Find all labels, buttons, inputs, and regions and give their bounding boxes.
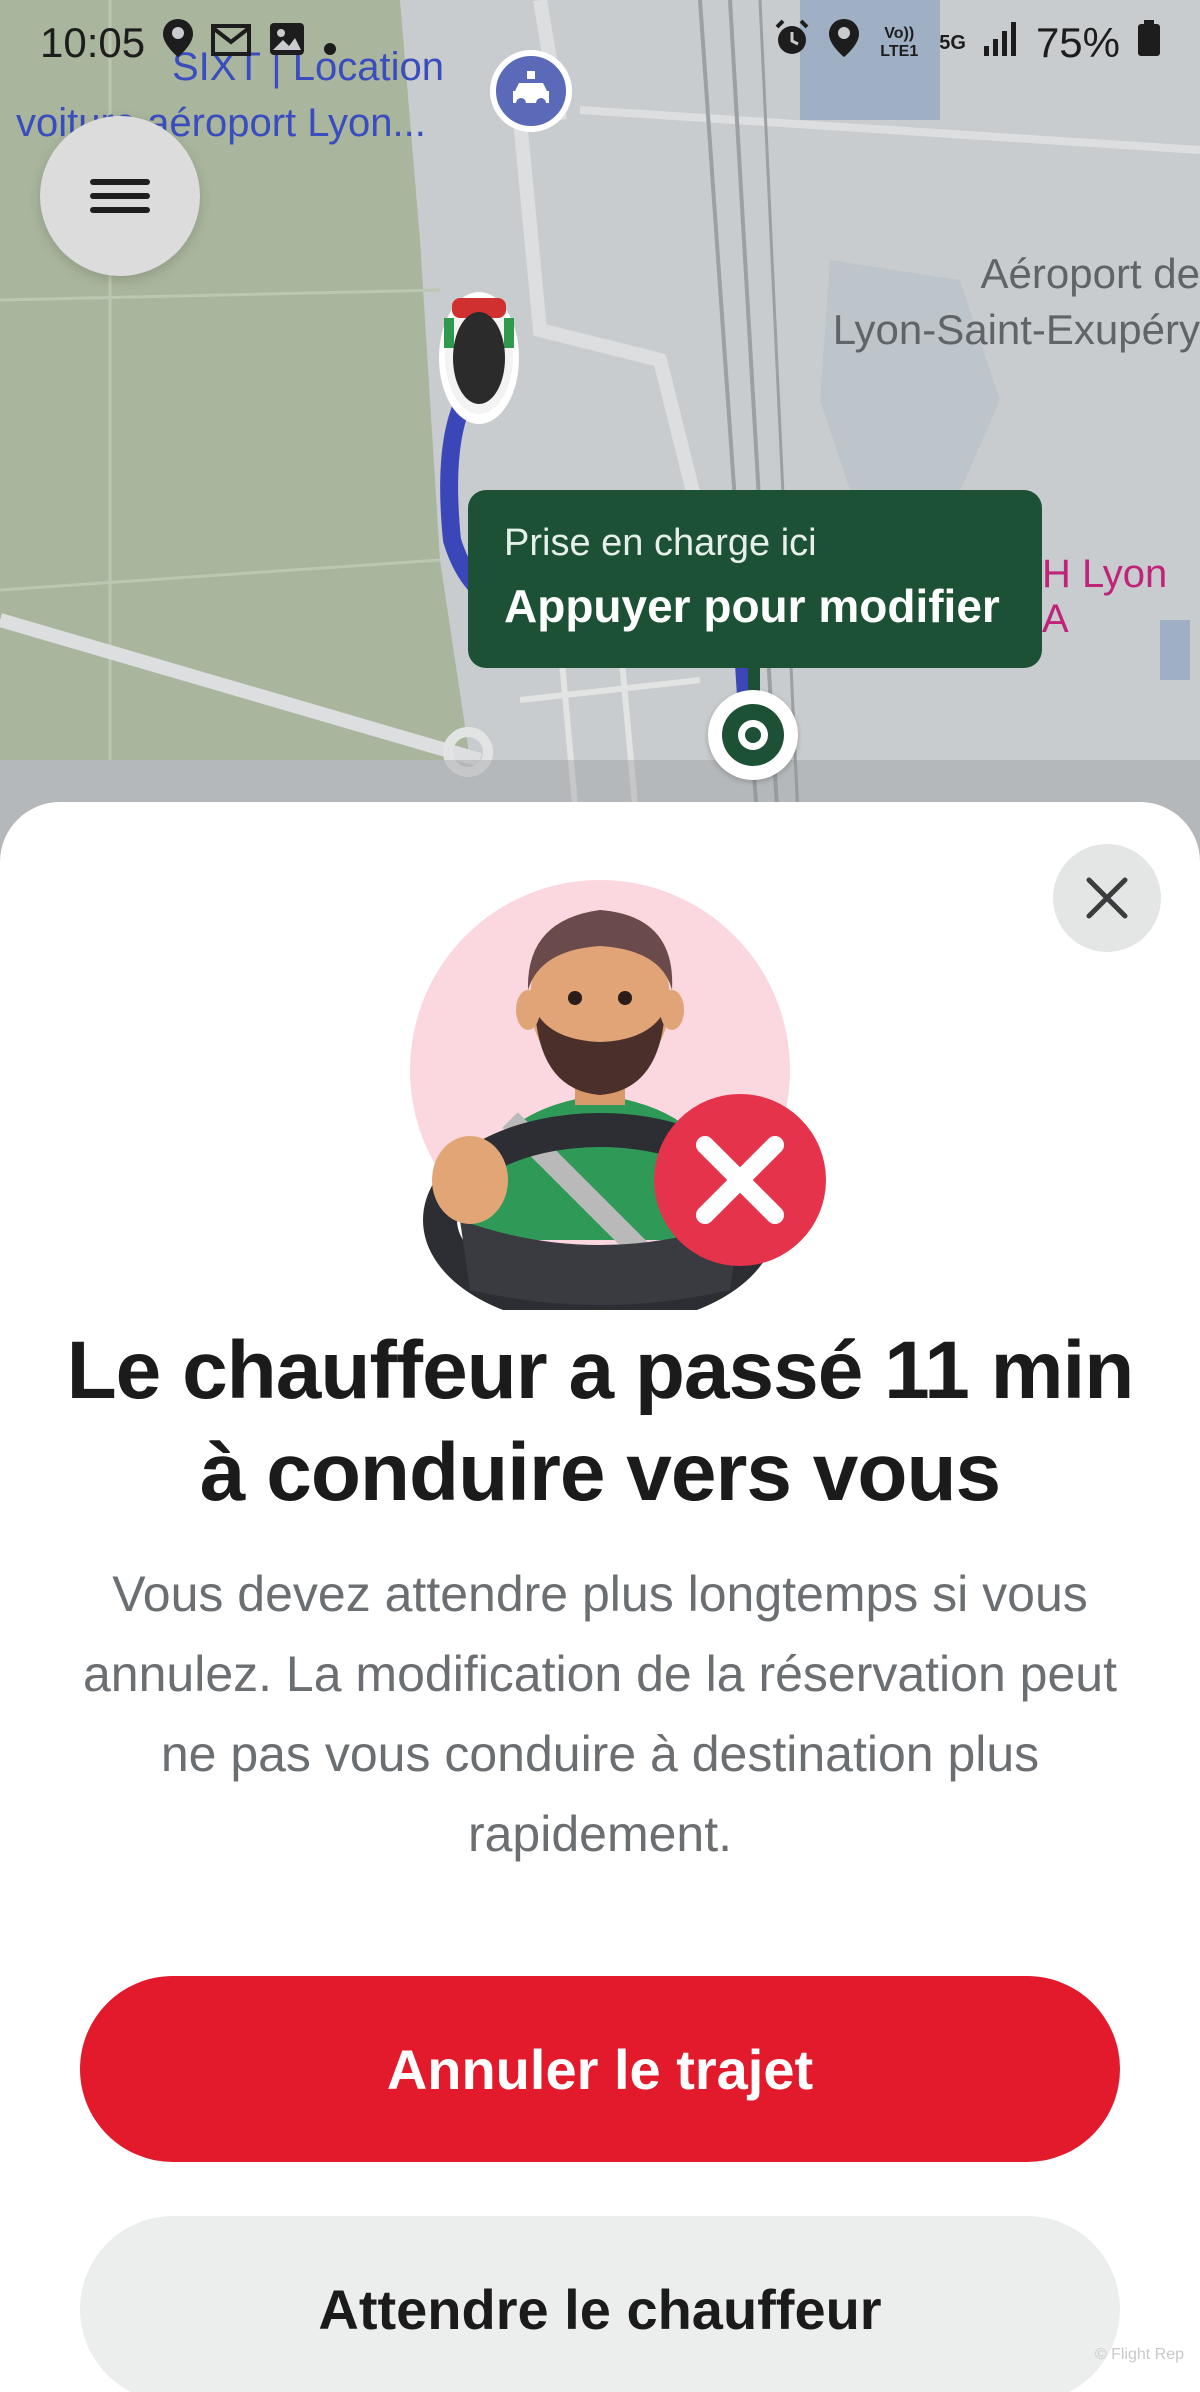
volte-icon: Vo)) LTE1 — [880, 25, 919, 60]
close-button[interactable] — [1053, 844, 1161, 952]
battery-percentage: 75% — [1035, 19, 1120, 66]
pickup-tooltip[interactable]: Prise en charge ici Appuyer pour modifie… — [468, 490, 1042, 668]
alarm-icon — [773, 19, 811, 67]
dot-icon — [323, 21, 337, 66]
cancel-trip-button[interactable]: Annuler le trajet — [80, 1976, 1120, 2162]
airport-label-line2: Lyon-Saint-Exupéry — [832, 306, 1200, 353]
location-icon — [163, 19, 194, 67]
gallery-icon — [269, 21, 305, 66]
menu-button[interactable] — [40, 116, 200, 276]
sheet-headline: Le chauffeur a passé 11 min à conduire v… — [66, 1325, 1135, 1518]
driver-illustration — [400, 880, 840, 1327]
location-icon — [829, 19, 860, 67]
map-view[interactable]: 10:05 Vo)) LTE1 5G 75% SIXT | Location v… — [0, 0, 1200, 860]
hamburger-icon — [90, 171, 150, 221]
cancel-trip-sheet: Le chauffeur a passé 11 min à conduire v… — [0, 802, 1200, 2392]
close-icon — [1086, 877, 1128, 919]
5g-icon: 5G — [939, 31, 966, 54]
gmail-icon — [211, 21, 252, 66]
status-bar: 10:05 Vo)) LTE1 5G 75% — [0, 0, 1200, 86]
pickup-pin-icon[interactable] — [708, 690, 798, 780]
driver-car-icon — [434, 278, 524, 433]
status-right: Vo)) LTE1 5G 75% — [773, 19, 1160, 67]
hotel-label[interactable]: H Lyon A — [1042, 552, 1200, 642]
wait-for-driver-button[interactable]: Attendre le chauffeur — [80, 2216, 1120, 2392]
airport-label-line1: Aéroport de — [980, 250, 1200, 297]
battery-icon — [1138, 20, 1160, 66]
status-left: 10:05 — [40, 19, 337, 67]
sheet-description: Vous devez attendre plus longtemps si vo… — [83, 1566, 1117, 1862]
signal-icon — [983, 21, 1018, 66]
airport-label[interactable]: Aéroport de Lyon-Saint-Exupéry — [833, 246, 1200, 358]
watermark: © Flight Rep — [1094, 2346, 1184, 2363]
pickup-tooltip-action: Appuyer pour modifier — [504, 580, 1000, 632]
status-time: 10:05 — [40, 19, 146, 66]
pickup-tooltip-title: Prise en charge ici — [504, 522, 817, 564]
